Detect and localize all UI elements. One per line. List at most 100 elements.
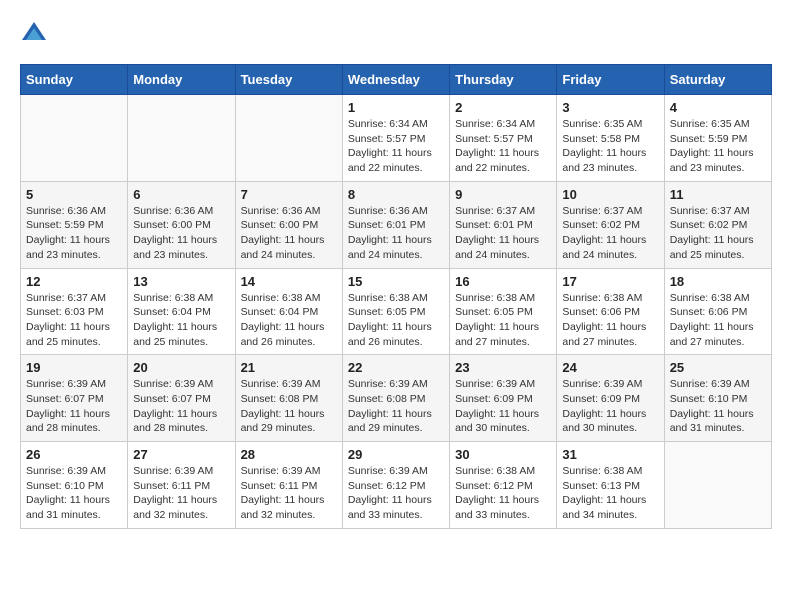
day-info: Sunrise: 6:39 AM Sunset: 6:09 PM Dayligh… [562, 377, 658, 436]
calendar-cell: 10 Sunrise: 6:37 AM Sunset: 6:02 PM Dayli… [557, 181, 664, 268]
day-number: 26 [26, 447, 122, 462]
calendar-cell: 29 Sunrise: 6:39 AM Sunset: 6:12 PM Dayli… [342, 442, 449, 529]
day-info: Sunrise: 6:39 AM Sunset: 6:10 PM Dayligh… [26, 464, 122, 523]
calendar-cell: 30 Sunrise: 6:38 AM Sunset: 6:12 PM Dayli… [450, 442, 557, 529]
day-number: 3 [562, 100, 658, 115]
day-number: 19 [26, 360, 122, 375]
weekday-header-monday: Monday [128, 65, 235, 95]
day-info: Sunrise: 6:39 AM Sunset: 6:08 PM Dayligh… [241, 377, 337, 436]
day-number: 27 [133, 447, 229, 462]
logo-icon [20, 20, 48, 48]
week-row-1: 1 Sunrise: 6:34 AM Sunset: 5:57 PM Daylig… [21, 95, 772, 182]
calendar-cell: 22 Sunrise: 6:39 AM Sunset: 6:08 PM Dayli… [342, 355, 449, 442]
calendar-cell: 8 Sunrise: 6:36 AM Sunset: 6:01 PM Daylig… [342, 181, 449, 268]
day-info: Sunrise: 6:39 AM Sunset: 6:11 PM Dayligh… [241, 464, 337, 523]
day-info: Sunrise: 6:39 AM Sunset: 6:11 PM Dayligh… [133, 464, 229, 523]
calendar-cell: 26 Sunrise: 6:39 AM Sunset: 6:10 PM Dayli… [21, 442, 128, 529]
day-info: Sunrise: 6:39 AM Sunset: 6:10 PM Dayligh… [670, 377, 766, 436]
day-number: 17 [562, 274, 658, 289]
day-info: Sunrise: 6:38 AM Sunset: 6:04 PM Dayligh… [241, 291, 337, 350]
calendar-cell: 21 Sunrise: 6:39 AM Sunset: 6:08 PM Dayli… [235, 355, 342, 442]
calendar-cell: 16 Sunrise: 6:38 AM Sunset: 6:05 PM Dayli… [450, 268, 557, 355]
day-number: 25 [670, 360, 766, 375]
day-info: Sunrise: 6:36 AM Sunset: 6:00 PM Dayligh… [241, 204, 337, 263]
calendar-cell: 6Sunrise: 6:36 AM Sunset: 6:00 PM Daylig… [128, 181, 235, 268]
day-number: 29 [348, 447, 444, 462]
day-info: Sunrise: 6:38 AM Sunset: 6:05 PM Dayligh… [455, 291, 551, 350]
day-info: Sunrise: 6:38 AM Sunset: 6:13 PM Dayligh… [562, 464, 658, 523]
calendar-cell: 5 Sunrise: 6:36 AM Sunset: 5:59 PM Daylig… [21, 181, 128, 268]
week-row-2: 5 Sunrise: 6:36 AM Sunset: 5:59 PM Daylig… [21, 181, 772, 268]
calendar-cell: 3 Sunrise: 6:35 AM Sunset: 5:58 PM Daylig… [557, 95, 664, 182]
day-number: 13 [133, 274, 229, 289]
day-info: Sunrise: 6:37 AM Sunset: 6:01 PM Dayligh… [455, 204, 551, 263]
day-number: 6 [133, 187, 229, 202]
calendar-cell: 13 Sunrise: 6:38 AM Sunset: 6:04 PM Dayli… [128, 268, 235, 355]
day-number: 1 [348, 100, 444, 115]
day-number: 22 [348, 360, 444, 375]
weekday-header-wednesday: Wednesday [342, 65, 449, 95]
day-info: Sunrise: 6:37 AM Sunset: 6:03 PM Dayligh… [26, 291, 122, 350]
calendar-cell: 1 Sunrise: 6:34 AM Sunset: 5:57 PM Daylig… [342, 95, 449, 182]
day-info: Sunrise: 6:37 AM Sunset: 6:02 PM Dayligh… [562, 204, 658, 263]
day-number: 31 [562, 447, 658, 462]
calendar-cell [128, 95, 235, 182]
day-info: Sunrise: 6:39 AM Sunset: 6:07 PM Dayligh… [133, 377, 229, 436]
day-info: Sunrise: 6:36 AM Sunset: 6:01 PM Dayligh… [348, 204, 444, 263]
day-info: Sunrise: 6:35 AM Sunset: 5:59 PM Dayligh… [670, 117, 766, 176]
day-number: 11 [670, 187, 766, 202]
calendar-cell: 4Sunrise: 6:35 AM Sunset: 5:59 PM Daylig… [664, 95, 771, 182]
day-info: Sunrise: 6:38 AM Sunset: 6:06 PM Dayligh… [670, 291, 766, 350]
day-number: 30 [455, 447, 551, 462]
day-info: Sunrise: 6:38 AM Sunset: 6:12 PM Dayligh… [455, 464, 551, 523]
weekday-header-friday: Friday [557, 65, 664, 95]
calendar-cell [664, 442, 771, 529]
day-number: 21 [241, 360, 337, 375]
calendar-cell: 7 Sunrise: 6:36 AM Sunset: 6:00 PM Daylig… [235, 181, 342, 268]
calendar-cell: 28 Sunrise: 6:39 AM Sunset: 6:11 PM Dayli… [235, 442, 342, 529]
day-number: 20 [133, 360, 229, 375]
day-number: 23 [455, 360, 551, 375]
day-info: Sunrise: 6:38 AM Sunset: 6:04 PM Dayligh… [133, 291, 229, 350]
day-info: Sunrise: 6:37 AM Sunset: 6:02 PM Dayligh… [670, 204, 766, 263]
calendar-cell [21, 95, 128, 182]
weekday-header-thursday: Thursday [450, 65, 557, 95]
day-number: 28 [241, 447, 337, 462]
day-number: 9 [455, 187, 551, 202]
weekday-header-row: SundayMondayTuesdayWednesdayThursdayFrid… [21, 65, 772, 95]
day-number: 14 [241, 274, 337, 289]
day-number: 8 [348, 187, 444, 202]
day-number: 24 [562, 360, 658, 375]
day-number: 16 [455, 274, 551, 289]
calendar-cell: 18 Sunrise: 6:38 AM Sunset: 6:06 PM Dayli… [664, 268, 771, 355]
week-row-3: 12 Sunrise: 6:37 AM Sunset: 6:03 PM Dayli… [21, 268, 772, 355]
calendar-cell: 20 Sunrise: 6:39 AM Sunset: 6:07 PM Dayli… [128, 355, 235, 442]
calendar-cell: 27 Sunrise: 6:39 AM Sunset: 6:11 PM Dayli… [128, 442, 235, 529]
day-info: Sunrise: 6:35 AM Sunset: 5:58 PM Dayligh… [562, 117, 658, 176]
logo [20, 20, 52, 48]
day-info: Sunrise: 6:38 AM Sunset: 6:05 PM Dayligh… [348, 291, 444, 350]
calendar-table: SundayMondayTuesdayWednesdayThursdayFrid… [20, 64, 772, 529]
day-info: Sunrise: 6:34 AM Sunset: 5:57 PM Dayligh… [455, 117, 551, 176]
calendar-cell: 12 Sunrise: 6:37 AM Sunset: 6:03 PM Dayli… [21, 268, 128, 355]
calendar-cell: 17Sunrise: 6:38 AM Sunset: 6:06 PM Dayli… [557, 268, 664, 355]
week-row-5: 26 Sunrise: 6:39 AM Sunset: 6:10 PM Dayli… [21, 442, 772, 529]
day-info: Sunrise: 6:36 AM Sunset: 5:59 PM Dayligh… [26, 204, 122, 263]
day-info: Sunrise: 6:39 AM Sunset: 6:07 PM Dayligh… [26, 377, 122, 436]
day-number: 12 [26, 274, 122, 289]
week-row-4: 19 Sunrise: 6:39 AM Sunset: 6:07 PM Dayli… [21, 355, 772, 442]
calendar-cell: 9 Sunrise: 6:37 AM Sunset: 6:01 PM Daylig… [450, 181, 557, 268]
calendar-cell: 31 Sunrise: 6:38 AM Sunset: 6:13 PM Dayli… [557, 442, 664, 529]
calendar-cell: 19 Sunrise: 6:39 AM Sunset: 6:07 PM Dayli… [21, 355, 128, 442]
day-number: 2 [455, 100, 551, 115]
day-number: 15 [348, 274, 444, 289]
day-number: 18 [670, 274, 766, 289]
day-info: Sunrise: 6:34 AM Sunset: 5:57 PM Dayligh… [348, 117, 444, 176]
day-info: Sunrise: 6:39 AM Sunset: 6:12 PM Dayligh… [348, 464, 444, 523]
day-number: 5 [26, 187, 122, 202]
day-number: 7 [241, 187, 337, 202]
calendar-cell: 15 Sunrise: 6:38 AM Sunset: 6:05 PM Dayli… [342, 268, 449, 355]
calendar-cell: 11 Sunrise: 6:37 AM Sunset: 6:02 PM Dayli… [664, 181, 771, 268]
day-info: Sunrise: 6:39 AM Sunset: 6:08 PM Dayligh… [348, 377, 444, 436]
day-number: 10 [562, 187, 658, 202]
